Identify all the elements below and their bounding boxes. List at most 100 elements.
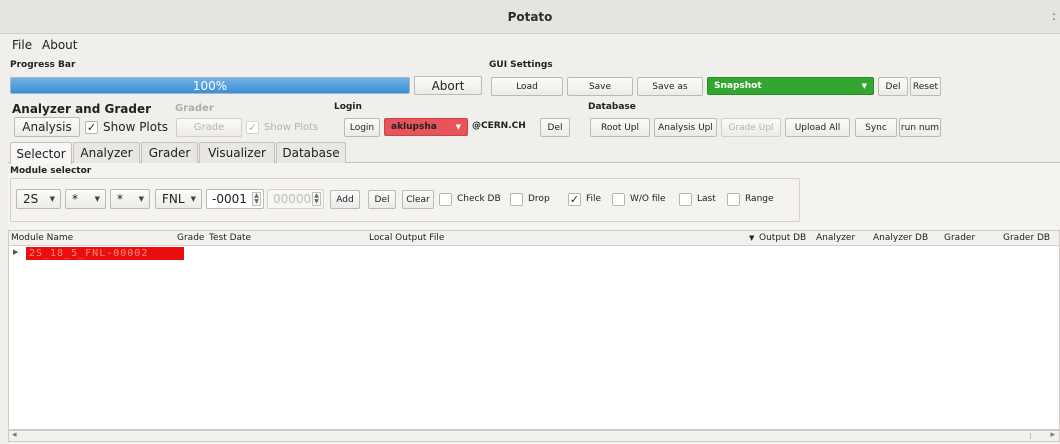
tab-visualizer[interactable]: Visualizer bbox=[199, 142, 275, 163]
analysis-button[interactable]: Analysis bbox=[14, 117, 80, 137]
col-test-date[interactable]: Test Date bbox=[209, 233, 251, 243]
scrollbar-thumb[interactable] bbox=[21, 433, 1031, 439]
add-module-button[interactable]: Add bbox=[330, 190, 360, 209]
analyzer-section-label: Analyzer and Grader bbox=[12, 102, 152, 116]
username-value: aklupsha bbox=[391, 122, 437, 132]
checkbox-empty-icon bbox=[439, 192, 452, 206]
site-combo[interactable]: FNL ▼ bbox=[155, 189, 202, 209]
checkbox-checked-icon: ✓ bbox=[85, 120, 98, 134]
progress-section-label: Progress Bar bbox=[10, 60, 76, 70]
login-button[interactable]: Login bbox=[344, 118, 380, 137]
tab-grader[interactable]: Grader bbox=[141, 142, 198, 163]
wo-file-checkbox[interactable]: W/O file bbox=[612, 191, 666, 207]
filter-1-value: * bbox=[72, 192, 78, 206]
run-number-button[interactable]: run num bbox=[899, 118, 941, 137]
sort-down-icon[interactable]: ▼ bbox=[749, 234, 754, 242]
abort-button[interactable]: Abort bbox=[414, 76, 482, 95]
tab-analyzer[interactable]: Analyzer bbox=[73, 142, 140, 163]
show-plots-label: Show Plots bbox=[103, 120, 169, 134]
drop-label: Drop bbox=[528, 194, 550, 204]
scroll-right-icon[interactable]: ▸ bbox=[1050, 430, 1055, 440]
upload-all-button[interactable]: Upload All bbox=[785, 118, 850, 137]
chevron-down-icon: ▼ bbox=[455, 123, 461, 131]
snapshot-select[interactable]: Snapshot ▼ bbox=[707, 77, 874, 95]
drop-checkbox[interactable]: Drop bbox=[510, 191, 550, 207]
login-del-button[interactable]: Del bbox=[540, 118, 570, 137]
horizontal-scrollbar[interactable]: ◂ ▸ bbox=[8, 430, 1060, 442]
login-section-label: Login bbox=[334, 102, 362, 112]
tab-database[interactable]: Database bbox=[276, 142, 346, 163]
range-end-value: 00000 bbox=[273, 192, 312, 206]
module-table[interactable]: Module Name Grade Test Date Local Output… bbox=[8, 230, 1060, 430]
check-db-checkbox[interactable]: Check DB bbox=[439, 191, 501, 207]
window-title: Potato bbox=[507, 10, 553, 24]
col-analyzer-db[interactable]: Analyzer DB bbox=[873, 233, 928, 243]
col-analyzer[interactable]: Analyzer bbox=[816, 233, 855, 243]
sync-button[interactable]: Sync bbox=[855, 118, 897, 137]
analysis-upload-button[interactable]: Analysis Upl bbox=[654, 118, 717, 137]
file-label: File bbox=[586, 194, 602, 204]
progress-bar: 100% bbox=[10, 77, 410, 94]
series-combo[interactable]: 2S ▼ bbox=[16, 189, 61, 209]
save-as-button[interactable]: Save as bbox=[637, 77, 703, 96]
gui-settings-label: GUI Settings bbox=[489, 60, 553, 70]
range-end-spinbox[interactable]: 00000 ▲ ▼ bbox=[267, 189, 324, 209]
col-module-name[interactable]: Module Name bbox=[11, 233, 73, 243]
col-grader-db[interactable]: Grader DB bbox=[1003, 233, 1050, 243]
scroll-left-icon[interactable]: ◂ bbox=[12, 430, 17, 440]
window-menu-icon[interactable]: : bbox=[1052, 9, 1056, 23]
chevron-down-icon: ▼ bbox=[138, 195, 144, 203]
grader-show-plots-checkbox[interactable]: ✓ Show Plots bbox=[246, 119, 318, 135]
checkbox-empty-icon bbox=[510, 192, 523, 206]
checkbox-empty-icon bbox=[727, 192, 740, 206]
login-domain: @CERN.CH bbox=[472, 121, 526, 131]
checkbox-empty-icon bbox=[612, 192, 625, 206]
menu-about[interactable]: About bbox=[42, 38, 77, 52]
module-number-spinbox[interactable]: -0001 ▲ ▼ bbox=[206, 189, 264, 209]
file-checkbox[interactable]: ✓ File bbox=[568, 191, 601, 207]
last-label: Last bbox=[697, 194, 716, 204]
spin-arrows-icon[interactable]: ▲ ▼ bbox=[312, 192, 321, 206]
grade-button[interactable]: Grade bbox=[176, 118, 242, 137]
chevron-down-icon: ▼ bbox=[190, 195, 196, 203]
load-button[interactable]: Load bbox=[491, 77, 563, 96]
snapshot-del-button[interactable]: Del bbox=[878, 77, 908, 96]
wo-file-label: W/O file bbox=[630, 194, 666, 204]
filter-combo-2[interactable]: * ▼ bbox=[110, 189, 150, 209]
module-selector-label: Module selector bbox=[10, 166, 92, 176]
range-checkbox[interactable]: Range bbox=[727, 191, 774, 207]
module-name-cell[interactable]: 2S_18_5_FNL-00002 bbox=[26, 247, 184, 260]
spin-arrows-icon[interactable]: ▲ ▼ bbox=[252, 192, 261, 206]
chevron-down-icon: ▼ bbox=[49, 195, 55, 203]
menu-file[interactable]: File bbox=[12, 38, 32, 52]
checkbox-checked-icon: ✓ bbox=[246, 120, 259, 134]
col-grader[interactable]: Grader bbox=[944, 233, 975, 243]
reset-button[interactable]: Reset bbox=[910, 77, 941, 96]
clear-button[interactable]: Clear bbox=[402, 190, 434, 209]
last-checkbox[interactable]: Last bbox=[679, 191, 716, 207]
table-header: Module Name Grade Test Date Local Output… bbox=[9, 231, 1059, 246]
table-row[interactable]: ▶ 2S_18_5_FNL-00002 bbox=[9, 246, 1059, 261]
title-bar: Potato : bbox=[0, 0, 1060, 34]
show-plots-checkbox[interactable]: ✓ Show Plots bbox=[85, 119, 168, 135]
chevron-down-icon: ▼ bbox=[94, 195, 100, 203]
progress-percent: 100% bbox=[192, 79, 228, 93]
check-db-label: Check DB bbox=[457, 194, 501, 204]
username-select[interactable]: aklupsha ▼ bbox=[384, 118, 468, 136]
grade-upload-button[interactable]: Grade Upl bbox=[721, 118, 781, 137]
root-upload-button[interactable]: Root Upl bbox=[590, 118, 650, 137]
database-section-label: Database bbox=[588, 102, 636, 112]
col-local-output-file[interactable]: Local Output File bbox=[369, 233, 444, 243]
filter-combo-1[interactable]: * ▼ bbox=[65, 189, 106, 209]
snapshot-value: Snapshot bbox=[714, 81, 762, 91]
grader-section-label: Grader bbox=[175, 103, 214, 114]
save-button[interactable]: Save bbox=[567, 77, 633, 96]
tab-selector[interactable]: Selector bbox=[10, 142, 72, 164]
module-number-value: -0001 bbox=[212, 192, 247, 206]
expand-arrow-icon[interactable]: ▶ bbox=[13, 248, 18, 256]
series-value: 2S bbox=[23, 192, 39, 206]
col-grade[interactable]: Grade bbox=[177, 233, 204, 243]
grader-show-plots-label: Show Plots bbox=[264, 121, 319, 133]
del-module-button[interactable]: Del bbox=[368, 190, 396, 209]
col-output-db[interactable]: Output DB bbox=[759, 233, 806, 243]
